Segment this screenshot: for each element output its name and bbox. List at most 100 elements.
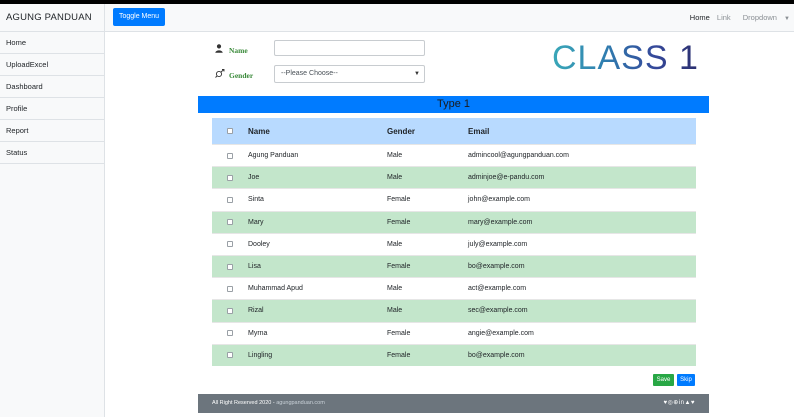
- table-row[interactable]: Sinta Female john@example.com: [212, 188, 696, 210]
- sidebar-item-report[interactable]: Report: [0, 120, 104, 142]
- gender-icon: [215, 69, 225, 80]
- nav-dropdown[interactable]: Dropdown ▼: [738, 13, 790, 22]
- table-row[interactable]: Mary Female mary@example.com: [212, 210, 696, 233]
- table-row[interactable]: Lisa Female bo@example.com: [212, 254, 696, 278]
- table-row[interactable]: Agung Panduan Male admincool@agungpanduan.…: [212, 144, 696, 166]
- row-check-cell: [212, 330, 248, 337]
- row-checkbox[interactable]: [227, 263, 233, 270]
- row-check-cell: [212, 307, 248, 314]
- row-check-cell: [212, 352, 248, 359]
- cell-email: mary@example.com: [468, 218, 533, 226]
- cell-name: Lisa: [248, 263, 261, 271]
- skip-button[interactable]: Skip: [677, 374, 695, 386]
- row-checkbox[interactable]: [227, 307, 233, 314]
- cell-gender: Male: [387, 307, 403, 315]
- cell-email: angie@example.com: [468, 329, 534, 337]
- cell-name: Sinta: [248, 196, 264, 204]
- row-checkbox[interactable]: [227, 174, 233, 181]
- table-row[interactable]: Dooley Male july@example.com: [212, 232, 696, 255]
- cell-name: Mary: [248, 218, 264, 226]
- cell-name: Agung Panduan: [248, 152, 299, 160]
- cell-email: adminjoe@e-pandu.com: [468, 174, 545, 182]
- cell-name: Rizal: [248, 307, 264, 315]
- user-icon: [215, 44, 225, 55]
- cell-gender: Female: [387, 196, 411, 204]
- row-check-cell: [212, 174, 248, 181]
- table-body: Agung Panduan Male admincool@agungpanduan.…: [212, 144, 696, 366]
- row-check-cell: [212, 263, 248, 270]
- header-email: Email: [468, 126, 490, 136]
- table-row[interactable]: Lingling Female bo@example.com: [212, 343, 696, 366]
- cell-gender: Male: [387, 240, 403, 248]
- cell-name: Lingling: [248, 351, 273, 359]
- toggle-menu-button[interactable]: Toggle Menu: [113, 8, 165, 26]
- nav-home-link[interactable]: Home: [690, 13, 710, 22]
- class-title: CLASS 1: [552, 39, 699, 77]
- footer: All Right Reserved 2020 - agungpanduan.c…: [198, 394, 709, 413]
- cell-email: admincool@agungpanduan.com: [468, 152, 569, 160]
- gender-select-value: --Please Choose--: [281, 70, 338, 77]
- select-all-cell: [212, 128, 248, 134]
- row-checkbox[interactable]: [227, 196, 233, 203]
- cell-gender: Female: [387, 218, 411, 226]
- gender-select[interactable]: --Please Choose-- ▼: [274, 65, 425, 83]
- row-check-cell: [212, 241, 248, 248]
- type-header: Type 1: [198, 96, 709, 113]
- cell-email: bo@example.com: [468, 263, 525, 271]
- chevron-down-icon: ▼: [784, 16, 790, 22]
- nav-link[interactable]: Link: [717, 13, 731, 22]
- select-all-checkbox[interactable]: [227, 128, 233, 134]
- cell-gender: Male: [387, 285, 403, 293]
- row-check-cell: [212, 285, 248, 292]
- table-row[interactable]: Myrna Female angie@example.com: [212, 321, 696, 344]
- name-input[interactable]: [274, 40, 425, 56]
- name-label: Name: [229, 46, 248, 55]
- data-table: Name Gender Email Agung Panduan Male admin…: [212, 118, 696, 366]
- cell-gender: Male: [387, 152, 403, 160]
- social-icons[interactable]: ♥◎⊕in▲♥: [664, 394, 696, 413]
- row-check-cell: [212, 219, 248, 226]
- row-checkbox[interactable]: [227, 219, 233, 226]
- row-checkbox[interactable]: [227, 330, 233, 337]
- nav-dropdown-label: Dropdown: [742, 13, 777, 22]
- cell-gender: Female: [387, 329, 411, 337]
- cell-name: Myrna: [248, 329, 268, 337]
- table-row[interactable]: Muhammad Apud Male act@example.com: [212, 277, 696, 299]
- table-row[interactable]: Rizal Male sec@example.com: [212, 299, 696, 322]
- footer-text: All Right Reserved 2020 -: [212, 400, 277, 406]
- sidebar-item-dashboard[interactable]: Dashboard: [0, 76, 104, 98]
- cell-email: bo@example.com: [468, 351, 525, 359]
- row-check-cell: [212, 152, 248, 159]
- header-name: Name: [248, 126, 270, 136]
- nav-links: Home Link Dropdown ▼: [685, 4, 790, 32]
- sidebar-item-status[interactable]: Status: [0, 142, 104, 164]
- row-checkbox[interactable]: [227, 152, 233, 159]
- row-checkbox[interactable]: [227, 352, 233, 359]
- row-checkbox[interactable]: [227, 241, 233, 248]
- cell-email: john@example.com: [468, 196, 530, 204]
- top-navbar: Toggle Menu Home Link Dropdown ▼: [105, 4, 794, 32]
- gender-label: Gender: [229, 71, 254, 80]
- row-check-cell: [212, 196, 248, 203]
- sidebar-item-uploadexcel[interactable]: UploadExcel: [0, 54, 104, 76]
- cell-gender: Female: [387, 351, 411, 359]
- cell-email: sec@example.com: [468, 307, 528, 315]
- cell-gender: Male: [387, 174, 403, 182]
- cell-name: Dooley: [248, 240, 270, 248]
- sidebar-item-home[interactable]: Home: [0, 32, 104, 54]
- chevron-down-icon: ▼: [414, 71, 420, 77]
- cell-email: act@example.com: [468, 285, 527, 293]
- cell-name: Muhammad Apud: [248, 285, 303, 293]
- sidebar: AGUNG PANDUAN Home UploadExcel Dashboard…: [0, 4, 105, 417]
- save-button[interactable]: Save: [653, 374, 674, 386]
- cell-name: Joe: [248, 174, 260, 182]
- cell-gender: Female: [387, 263, 411, 271]
- sidebar-brand[interactable]: AGUNG PANDUAN: [0, 4, 104, 32]
- row-checkbox[interactable]: [227, 285, 233, 292]
- footer-link[interactable]: agungpanduan.com: [276, 400, 325, 406]
- table-header: Name Gender Email: [212, 118, 696, 144]
- sidebar-item-profile[interactable]: Profile: [0, 98, 104, 120]
- header-gender: Gender: [387, 126, 416, 136]
- cell-email: july@example.com: [468, 240, 528, 248]
- table-row[interactable]: Joe Male adminjoe@e-pandu.com: [212, 166, 696, 189]
